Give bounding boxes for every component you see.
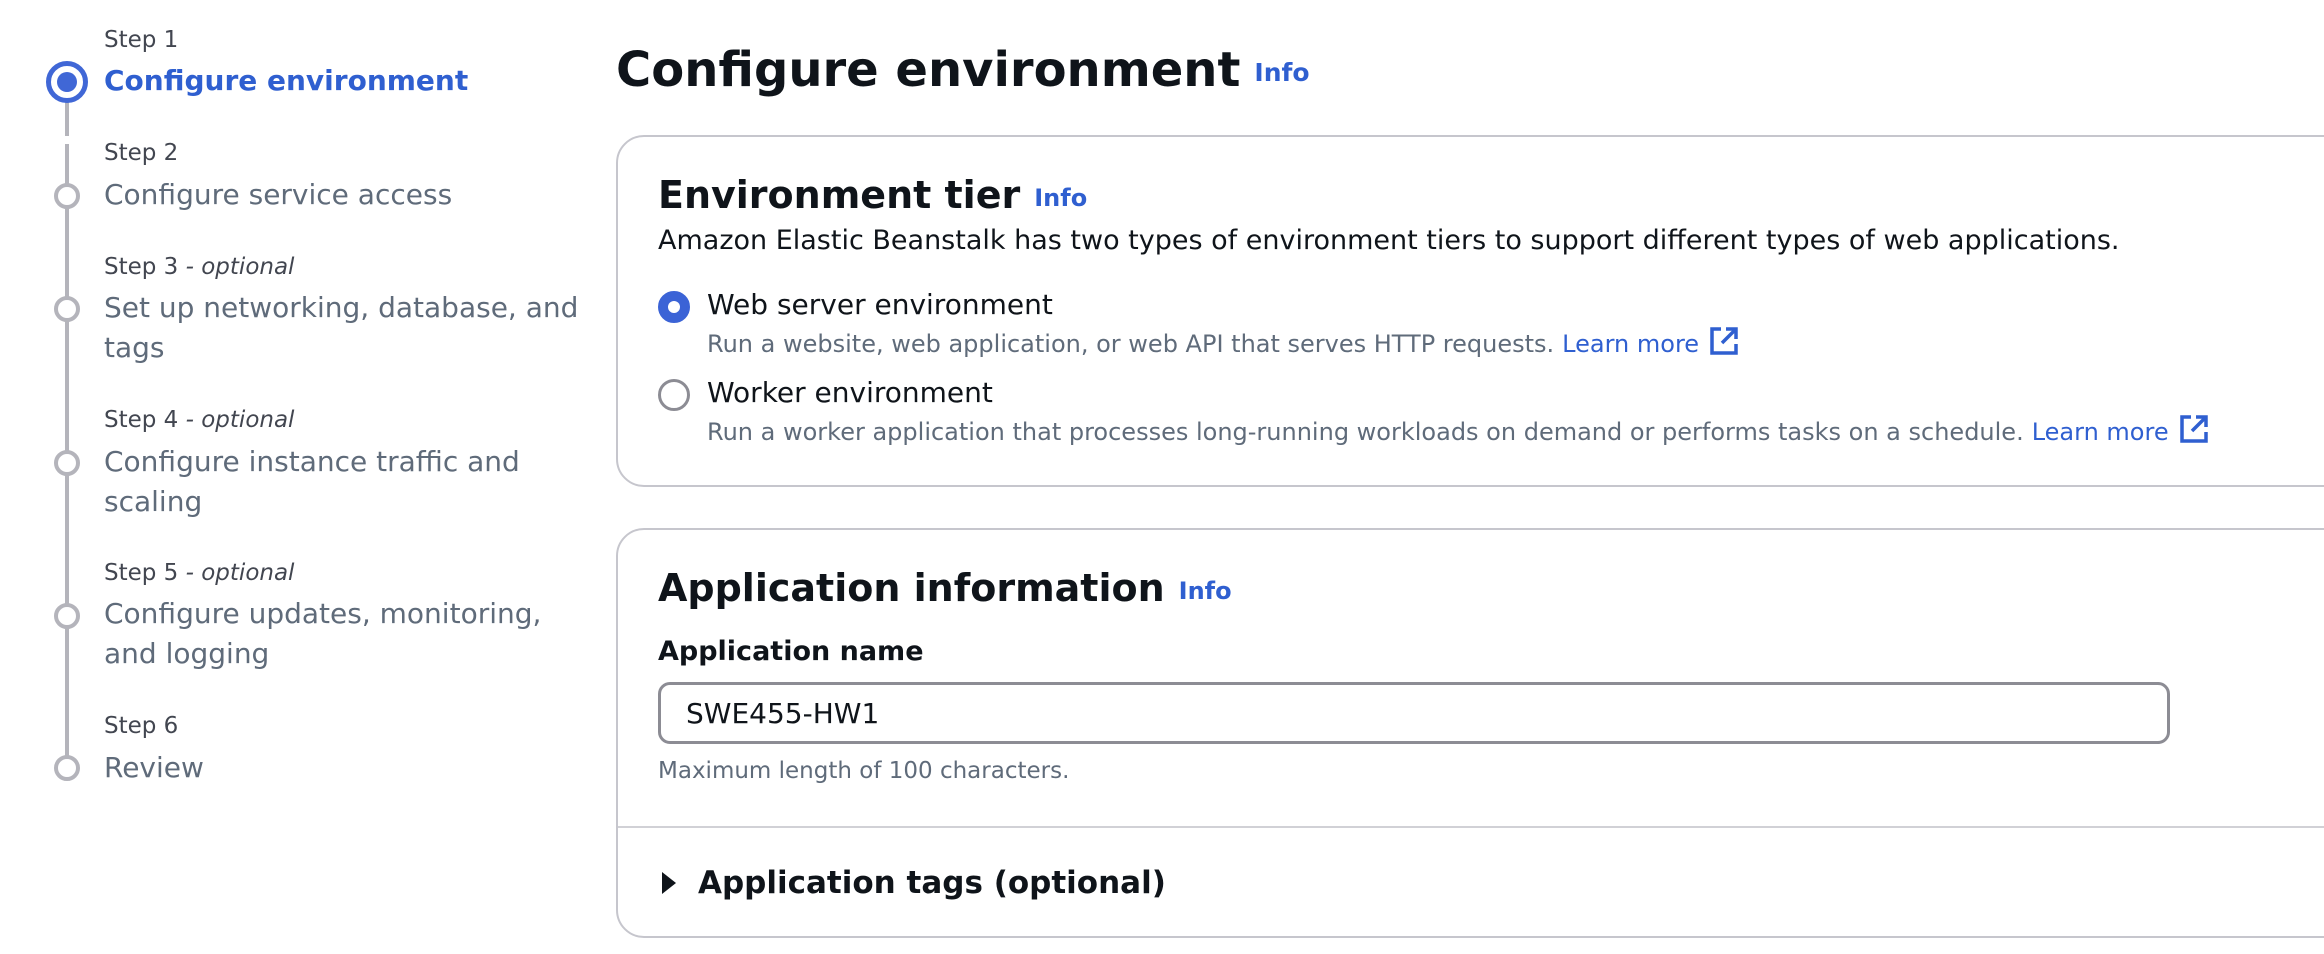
step-3-indicator-icon [54,296,80,322]
application-information-title: Application information [658,566,1165,610]
wizard-steps-nav: Step 1 Configure environment Step 2 Conf… [0,0,600,954]
external-link-icon[interactable] [2179,414,2209,444]
step-5-indicator-icon [54,603,80,629]
application-name-input[interactable] [658,682,2170,744]
application-name-label: Application name [658,636,924,667]
step-1-active-indicator-icon [46,61,88,103]
step-2-title: Configure service access [104,178,453,211]
step-4-title: Configure instance traffic and scaling [104,445,520,518]
worker-environment-label[interactable]: Worker environment [707,375,993,411]
step-6-indicator-icon [54,755,80,781]
step-connector [65,321,69,456]
step-5-title: Configure updates, monitoring, and loggi… [104,597,542,670]
card-divider [618,826,2324,828]
external-link-icon[interactable] [1709,326,1739,356]
step-2-indicator-icon [54,183,80,209]
step-6-kicker: Step 6 [104,713,179,739]
application-name-constraint: Maximum length of 100 characters. [658,758,1070,784]
step-1-kicker: Step 1 [104,27,179,53]
environment-tier-info-link[interactable]: Info [1034,184,1087,212]
page-info-link[interactable]: Info [1254,58,1309,87]
worker-environment-radio[interactable] [658,379,690,411]
worker-environment-description: Run a worker application that processes … [707,414,2209,448]
caret-right-icon [662,872,676,894]
environment-tier-title: Environment tier [658,173,1021,217]
step-3-kicker: Step 3 - optional [104,254,295,280]
web-server-environment-radio[interactable] [658,291,690,323]
application-information-heading: Application information Info [658,564,1232,615]
web-server-environment-label[interactable]: Web server environment [707,287,1053,323]
web-server-environment-description: Run a website, web application, or web A… [707,326,1739,360]
environment-tier-description: Amazon Elastic Beanstalk has two types o… [658,225,2120,256]
worker-learn-more-link[interactable]: Learn more [2032,418,2169,446]
step-4-indicator-icon [54,450,80,476]
page-title: Configure environment Info [616,40,1310,103]
step-connector [65,620,69,766]
step-connector [65,465,69,611]
step-5-kicker: Step 5 - optional [104,560,295,586]
application-information-card: Application information Info Application … [616,528,2324,938]
step-1-title[interactable]: Configure environment [104,61,584,101]
environment-tier-heading: Environment tier Info [658,171,1087,222]
step-6-title: Review [104,751,204,784]
web-server-learn-more-link[interactable]: Learn more [1562,330,1699,358]
step-2-kicker: Step 2 [104,140,179,166]
step-4-kicker: Step 4 - optional [104,407,295,433]
application-information-info-link[interactable]: Info [1179,577,1232,605]
step-connector [65,144,69,312]
application-tags-expander[interactable]: Application tags (optional) [662,861,1166,905]
environment-tier-card: Environment tier Info Amazon Elastic Bean… [616,135,2324,487]
step-3-title: Set up networking, database, and tags [104,291,579,364]
page-title-text: Configure environment [616,42,1241,98]
application-tags-label: Application tags (optional) [698,865,1166,901]
